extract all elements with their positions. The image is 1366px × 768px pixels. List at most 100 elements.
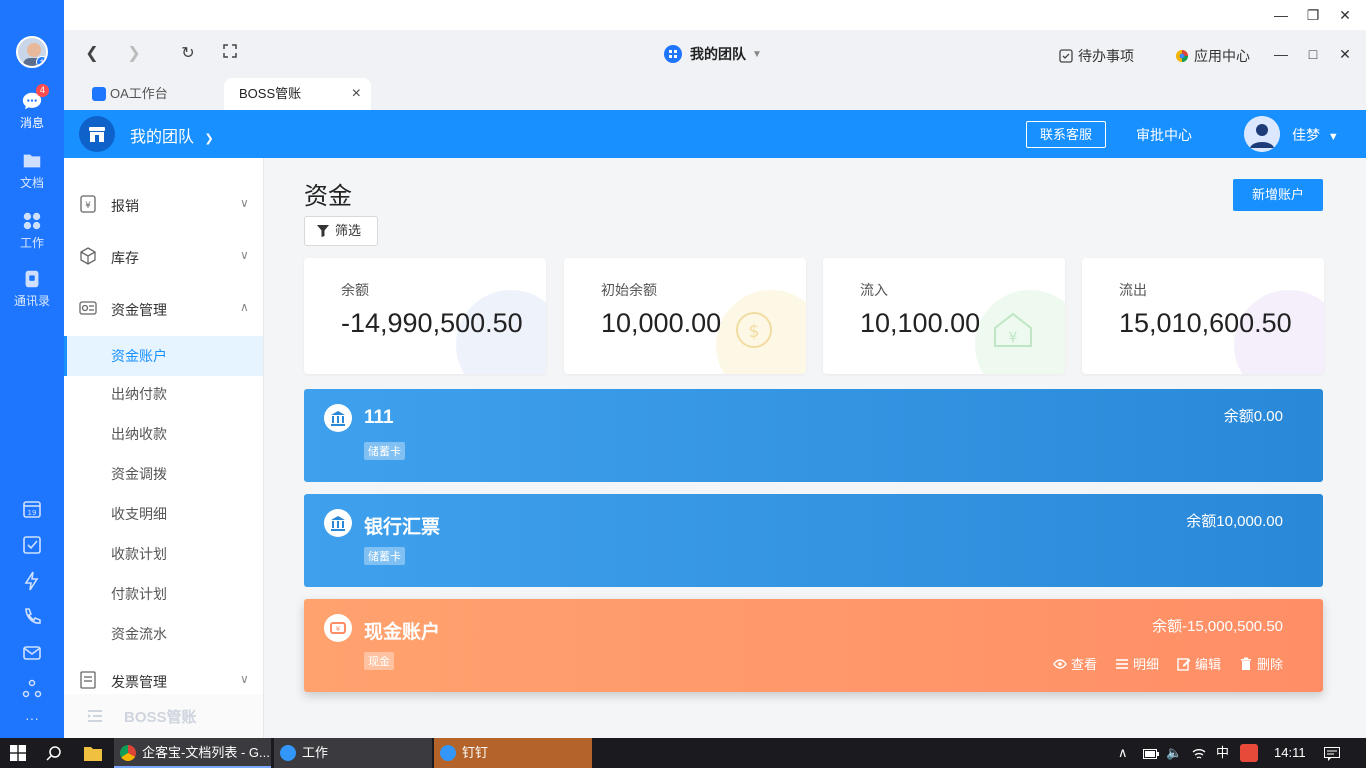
eye-icon bbox=[1053, 658, 1067, 669]
action-label: 删除 bbox=[1256, 657, 1283, 672]
refresh-icon[interactable]: ↻ bbox=[178, 44, 198, 64]
menu-group-reimburse[interactable]: ¥ 报销 ∨ bbox=[64, 186, 263, 222]
tab-close-icon[interactable]: × bbox=[352, 78, 361, 110]
todo-icon bbox=[1059, 49, 1073, 63]
mail-icon[interactable] bbox=[21, 642, 43, 664]
delete-button[interactable]: 删除 bbox=[1239, 654, 1283, 673]
tab-strip: OA工作台 BOSS管账 × bbox=[64, 78, 1366, 110]
app-maximize-icon[interactable]: □ bbox=[1304, 45, 1322, 63]
wifi-icon[interactable] bbox=[1192, 738, 1206, 768]
forward-icon[interactable]: ❯ bbox=[124, 44, 144, 64]
menu-group-funds[interactable]: 资金管理 ∧ bbox=[64, 290, 263, 326]
dingtalk-icon bbox=[440, 745, 456, 761]
file-explorer-icon[interactable] bbox=[84, 745, 102, 764]
todo-button[interactable]: 待办事项 bbox=[1059, 46, 1134, 66]
rail-item-contacts[interactable]: 通讯录 bbox=[0, 268, 64, 309]
volume-icon[interactable]: 🔈 bbox=[1166, 738, 1182, 768]
chevron-up-icon: ∧ bbox=[240, 300, 249, 314]
more-icon[interactable]: ··· bbox=[0, 710, 64, 726]
tab-oa[interactable]: OA工作台 bbox=[64, 78, 224, 110]
lightning-icon[interactable] bbox=[21, 570, 43, 592]
tab-label: BOSS管账 bbox=[239, 86, 302, 101]
app-close-icon[interactable]: ✕ bbox=[1336, 45, 1354, 63]
menu-item-cashier-receive[interactable]: 出纳收款 bbox=[64, 414, 263, 454]
checkbox-icon[interactable] bbox=[21, 534, 43, 556]
team-switcher[interactable]: 我的团队 ▼ bbox=[664, 44, 762, 64]
user-menu[interactable]: 佳梦 ▼ bbox=[1292, 125, 1339, 145]
menu-label: 资金管理 bbox=[111, 302, 167, 318]
menu-item-payment-plan[interactable]: 付款计划 bbox=[64, 574, 263, 614]
menu-label: 发票管理 bbox=[111, 674, 167, 690]
rail-item-work[interactable]: 工作 bbox=[0, 210, 64, 251]
fullscreen-icon[interactable] bbox=[220, 44, 240, 64]
close-icon[interactable]: ✕ bbox=[1336, 6, 1354, 24]
bank-icon bbox=[324, 509, 352, 537]
box-icon bbox=[80, 247, 96, 265]
taskbar-item-work[interactable]: 工作 bbox=[274, 738, 432, 768]
menu-item-fund-flow[interactable]: 资金流水 bbox=[64, 614, 263, 654]
account-card[interactable]: 银行汇票 储蓄卡 余额10,000.00 bbox=[304, 494, 1323, 587]
battery-icon[interactable] bbox=[1143, 738, 1159, 768]
taskbar-item-chrome[interactable]: 企客宝-文档列表 - G... bbox=[114, 738, 271, 768]
stat-value: 10,100.00 bbox=[860, 308, 981, 338]
header-avatar[interactable] bbox=[1244, 116, 1280, 152]
brand-label: BOSS管账 bbox=[124, 709, 197, 726]
share-icon[interactable] bbox=[21, 678, 43, 700]
menu-item-fund-transfer[interactable]: 资金调拨 bbox=[64, 454, 263, 494]
stat-label: 流入 bbox=[860, 282, 888, 298]
oa-icon bbox=[92, 87, 106, 101]
account-card[interactable]: 111 储蓄卡 余额0.00 bbox=[304, 389, 1323, 482]
menu-group-inventory[interactable]: 库存 ∨ bbox=[64, 238, 263, 274]
search-icon[interactable] bbox=[46, 745, 62, 764]
contact-service-button[interactable]: 联系客服 bbox=[1026, 121, 1106, 148]
tray-expand-icon[interactable]: ∧ bbox=[1118, 738, 1128, 768]
menu-item-fund-accounts[interactable]: 资金账户 bbox=[64, 336, 263, 376]
menu-item-cashier-pay[interactable]: 出纳付款 bbox=[64, 374, 263, 414]
phone-icon[interactable] bbox=[21, 606, 43, 628]
funds-icon bbox=[79, 301, 97, 315]
account-type-tag: 储蓄卡 bbox=[364, 442, 405, 460]
app-center-button[interactable]: 应用中心 bbox=[1175, 46, 1250, 66]
account-balance: 余额-15,000,500.50 bbox=[1152, 618, 1283, 635]
window-titlebar: — ❐ ✕ bbox=[64, 0, 1366, 30]
collapse-icon bbox=[88, 710, 102, 722]
team-name: 我的团队 bbox=[690, 46, 746, 62]
approval-center-link[interactable]: 审批中心 bbox=[1136, 125, 1192, 145]
rail-item-docs[interactable]: 文档 bbox=[0, 150, 64, 191]
view-button[interactable]: 查看 bbox=[1053, 654, 1097, 673]
taskbar-item-dingtalk[interactable]: 钉钉 bbox=[434, 738, 592, 768]
menu-item-income-expense[interactable]: 收支明细 bbox=[64, 494, 263, 534]
page-title: 资金 bbox=[304, 183, 352, 210]
detail-button[interactable]: 明细 bbox=[1115, 654, 1159, 673]
windows-start-icon[interactable] bbox=[10, 745, 26, 764]
edit-button[interactable]: 编辑 bbox=[1177, 654, 1221, 673]
account-name: 111 bbox=[364, 407, 394, 428]
app-center-label: 应用中心 bbox=[1194, 48, 1250, 64]
sogou-icon[interactable] bbox=[1240, 744, 1258, 762]
account-card[interactable]: ¥ 现金账户 现金 余额-15,000,500.50 查看 明细 编辑 删除 bbox=[304, 599, 1323, 692]
rail-item-messages[interactable]: 4 消息 bbox=[0, 84, 64, 131]
minimize-icon[interactable]: — bbox=[1272, 6, 1290, 24]
side-collapse[interactable]: BOSS管账 bbox=[64, 694, 263, 738]
notification-icon[interactable] bbox=[1324, 738, 1340, 768]
side-menu: ¥ 报销 ∨ 库存 ∨ 资金管理 ∧ 资金账户 出纳付款 出纳收款 资金调拨 收… bbox=[64, 158, 264, 738]
header-team-switcher[interactable]: 我的团队 ❯ bbox=[130, 123, 214, 147]
back-icon[interactable]: ❮ bbox=[82, 44, 102, 64]
trash-icon bbox=[1240, 657, 1251, 670]
app-window: + 4 消息 文档 工作 通讯录 19 ··· — ❐ ✕ ❮ ❯ ↻ 我的团队… bbox=[0, 0, 1366, 768]
left-rail: + 4 消息 文档 工作 通讯录 19 ··· bbox=[0, 0, 64, 738]
add-account-button[interactable]: 新增账户 bbox=[1233, 179, 1323, 211]
calendar-icon[interactable]: 19 bbox=[21, 498, 43, 520]
restore-icon[interactable]: ❐ bbox=[1304, 6, 1322, 24]
ime-indicator[interactable]: 中 bbox=[1216, 738, 1229, 768]
account-type-tag: 现金 bbox=[364, 652, 394, 670]
user-avatar[interactable]: + bbox=[16, 36, 48, 68]
account-name: 银行汇票 bbox=[364, 517, 441, 538]
svg-text:$: $ bbox=[748, 321, 759, 342]
house-yuan-icon: ¥ bbox=[975, 290, 1065, 374]
menu-group-invoice[interactable]: 发票管理 ∨ bbox=[64, 662, 263, 698]
app-minimize-icon[interactable]: — bbox=[1272, 45, 1290, 63]
filter-button[interactable]: 筛选 bbox=[304, 216, 378, 246]
menu-item-receipt-plan[interactable]: 收款计划 bbox=[64, 534, 263, 574]
tab-boss[interactable]: BOSS管账 × bbox=[224, 78, 371, 110]
